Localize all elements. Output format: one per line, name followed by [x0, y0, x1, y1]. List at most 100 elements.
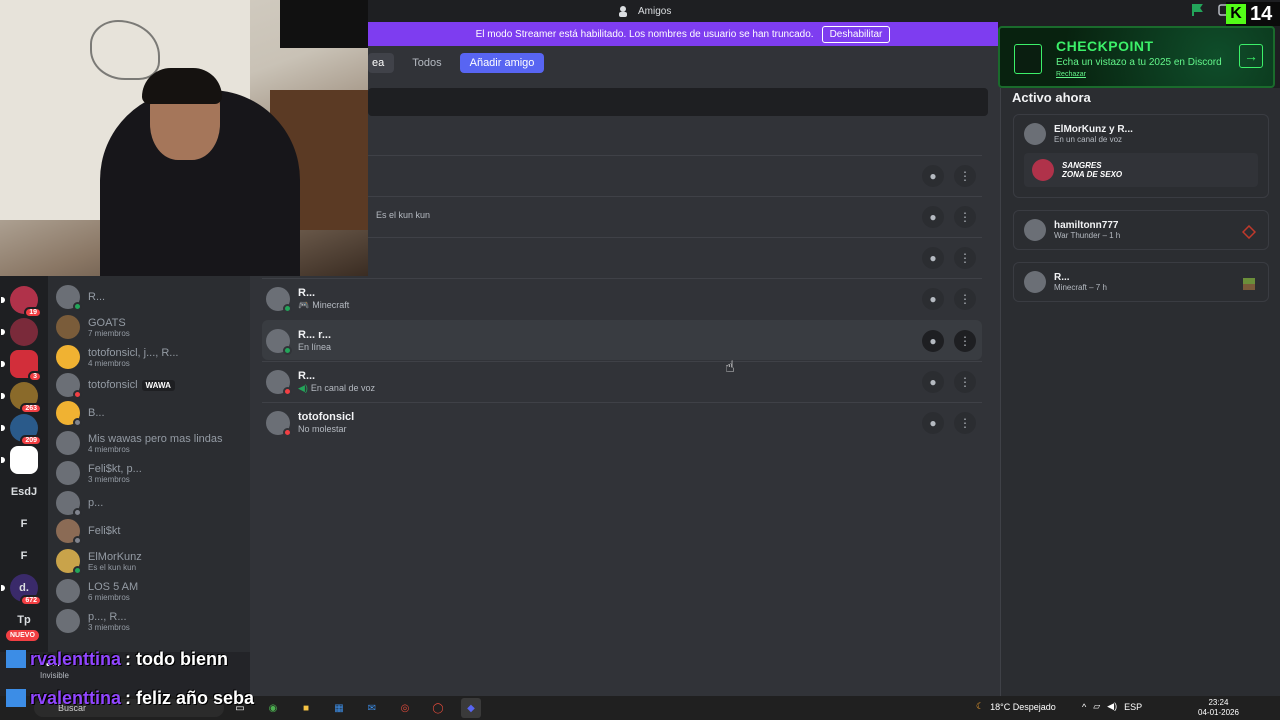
dm-item[interactable]: Feli$kt [56, 516, 246, 546]
server-icon[interactable]: EsdJ [10, 478, 38, 506]
dm-item[interactable]: p... [56, 488, 246, 518]
disable-streamer-button[interactable]: Deshabilitar [821, 25, 891, 43]
chrome-icon[interactable]: ◎ [395, 698, 415, 718]
avatar [1024, 271, 1046, 293]
dm-name: Feli$kt [88, 525, 121, 537]
dm-item[interactable]: B... [56, 398, 246, 428]
avatar [56, 401, 82, 427]
server-icon[interactable]: 263 [1, 382, 42, 414]
avatar [1024, 123, 1046, 145]
tab-all[interactable]: Todos [402, 53, 451, 73]
server-subname: ZONA DE SEXO [1062, 170, 1123, 179]
message-icon[interactable]: ● [922, 206, 944, 228]
friend-row[interactable]: totofonsicl No molestar ● ⋮ [262, 402, 982, 442]
more-options-icon[interactable]: ⋮ [954, 247, 976, 269]
avatar [56, 431, 80, 455]
more-options-icon[interactable]: ⋮ [954, 329, 976, 352]
voice-channel-card[interactable]: SANGRES ZONA DE SEXO [1024, 153, 1258, 187]
server-icon[interactable] [1, 318, 38, 346]
friend-row[interactable]: R... r... En línea ● ⋮ [262, 320, 982, 360]
avatar [56, 373, 82, 399]
status-indicator [283, 303, 292, 313]
friend-name: R... [298, 369, 316, 382]
checkpoint-subtitle: Echa un vistazo a tu 2025 en Discord [1056, 57, 1222, 68]
active-user-status: Minecraft – 7 h [1054, 283, 1107, 292]
dm-name: Feli$kt, p... [88, 462, 142, 475]
new-badge: NUEVO [6, 630, 39, 641]
friend-row-partial[interactable]: ● ⋮ [368, 237, 982, 277]
chevron-up-icon[interactable]: ^ [1082, 702, 1086, 712]
add-friend-button[interactable]: Añadir amigo [459, 53, 545, 73]
message-icon[interactable]: ● [922, 247, 944, 269]
more-options-icon[interactable]: ⋮ [954, 287, 976, 310]
checkpoint-promo[interactable]: CHECKPOINT Echa un vistazo a tu 2025 en … [998, 26, 1275, 88]
arrow-right-icon[interactable]: → [1239, 44, 1263, 68]
server-icon[interactable]: F [10, 542, 38, 570]
dm-item[interactable]: R... [56, 282, 246, 312]
friend-row[interactable]: R... 🎮 Minecraft ● ⋮ [262, 278, 982, 318]
dm-item[interactable]: totofonsicl, j..., R... 4 miembros [56, 342, 246, 372]
server-icon [1032, 159, 1054, 181]
quest-flag-icon[interactable] [1190, 3, 1204, 17]
discord-icon[interactable]: ◆ [461, 698, 481, 718]
more-options-icon[interactable]: ⋮ [954, 165, 976, 187]
store-icon[interactable]: ▦ [329, 698, 349, 718]
friend-row-partial[interactable]: Es el kun kun ● ⋮ [368, 196, 982, 236]
avatar [266, 410, 292, 437]
message-icon[interactable]: ● [922, 329, 944, 352]
more-options-icon[interactable]: ⋮ [954, 411, 976, 434]
avatar [56, 345, 80, 369]
gamepad-icon: 🎮 [298, 299, 310, 310]
dm-item[interactable]: Feli$kt, p... 3 miembros [56, 458, 246, 488]
tab-online[interactable]: ea [368, 53, 395, 73]
friends-search-input[interactable] [368, 88, 988, 116]
dm-item[interactable]: p..., R... 3 miembros [56, 606, 246, 636]
dm-item[interactable]: totofonsicl WAWA [56, 370, 246, 400]
unread-indicator [1, 425, 5, 431]
server-icon[interactable]: 3 [1, 350, 42, 382]
friend-name: totofonsicl [298, 411, 355, 423]
dm-name: LOS 5 AM [88, 580, 139, 593]
server-icon[interactable] [1, 446, 38, 474]
dm-item[interactable]: GOATS 7 miembros [56, 312, 246, 342]
checkpoint-dismiss-link[interactable]: Rechazar [1056, 71, 1086, 78]
status-indicator [73, 302, 82, 311]
taskbar-clock[interactable]: 23:24 04-01-2026 [1198, 698, 1239, 718]
user-status: Invisible [40, 671, 69, 680]
network-icon[interactable]: ▱ [1093, 701, 1100, 712]
active-card[interactable]: R... Minecraft – 7 h [1013, 262, 1269, 302]
dm-item[interactable]: Mis wawas pero mas lindas 4 miembros [56, 428, 246, 458]
opera-icon[interactable]: ◯ [428, 698, 448, 718]
dm-name: totofonsicl, j..., R... [88, 346, 179, 359]
dm-subtitle: 4 miembros [88, 444, 130, 454]
server-name: SANGRES [1062, 161, 1102, 170]
checkpoint-image [1014, 44, 1042, 74]
more-options-icon[interactable]: ⋮ [954, 370, 976, 393]
dm-item[interactable]: ElMorKunz Es el kun kun [56, 546, 246, 576]
dm-name: p... [88, 497, 104, 509]
kick-viewer-count: 14 [1250, 2, 1273, 25]
active-user-name: hamiltonn777 [1054, 220, 1119, 231]
friend-row[interactable]: R... ◀) En canal de voz ● ⋮ [262, 361, 982, 401]
status-indicator [73, 536, 82, 545]
active-card[interactable]: ElMorKunz y R... En un canal de voz SANG… [1013, 114, 1269, 198]
active-card[interactable]: hamiltonn777 War Thunder – 1 h [1013, 210, 1269, 250]
mail-icon[interactable]: ✉ [362, 698, 382, 718]
message-icon[interactable]: ● [922, 370, 944, 393]
message-icon[interactable]: ● [922, 165, 944, 187]
dm-subtitle: 4 miembros [88, 358, 130, 368]
weather-widget[interactable]: ☾ 18°C Despejado [976, 701, 1056, 712]
language-indicator[interactable]: ESP [1124, 702, 1142, 712]
active-user-status: War Thunder – 1 h [1054, 231, 1121, 240]
server-icon[interactable]: 19 [1, 286, 42, 318]
message-icon[interactable]: ● [922, 411, 944, 434]
server-icon[interactable]: F [10, 510, 38, 538]
dm-item[interactable]: LOS 5 AM 6 miembros [56, 576, 246, 606]
more-options-icon[interactable]: ⋮ [954, 206, 976, 228]
friend-row-partial[interactable]: ● ⋮ [368, 155, 982, 195]
server-icon[interactable]: 209 [1, 414, 42, 446]
checkpoint-title: CHECKPOINT [1056, 38, 1154, 54]
server-icon[interactable]: d. 672 [1, 574, 42, 606]
volume-icon[interactable]: ◀) [1107, 701, 1117, 712]
message-icon[interactable]: ● [922, 287, 944, 310]
